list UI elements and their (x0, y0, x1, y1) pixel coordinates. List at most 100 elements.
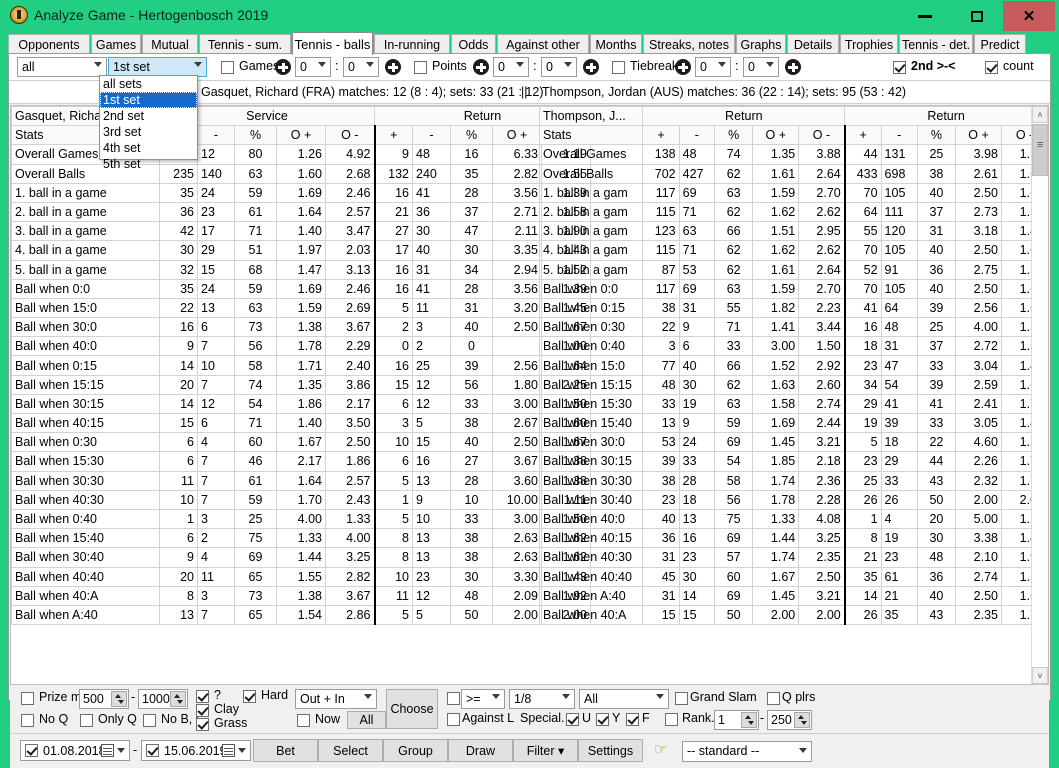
prize-max-stepper[interactable]: 1000 (138, 689, 188, 709)
scroll-down-button[interactable]: ˅ (1032, 667, 1048, 684)
table-row[interactable]: Ball when 30:30117611.642.57513283.601.3… (12, 471, 591, 490)
stats-grid[interactable]: Gasquet, RicharServiceReturnStats+-%O +O… (10, 105, 1049, 685)
games-checkbox[interactable] (221, 61, 234, 74)
scope-select[interactable]: all (17, 57, 107, 77)
table-row[interactable]: Ball when 40:04013751.334.0814205.001.25 (540, 509, 1048, 528)
tab-in-running[interactable]: In-running (374, 34, 450, 54)
chevron-down-icon[interactable] (117, 748, 125, 753)
comparison-select[interactable]: >= (461, 689, 505, 709)
table-row[interactable]: Ball when 15:154830621.632.603454392.591… (540, 375, 1048, 394)
tab-tennis-balls[interactable]: Tennis - balls (292, 32, 373, 55)
right-col-8[interactable]: % (917, 126, 955, 145)
stats-table-left[interactable]: Gasquet, RicharServiceReturnStats+-%O +O… (11, 106, 591, 625)
profile-select[interactable]: -- standard -- (682, 741, 812, 762)
table-row[interactable]: Ball when 0:3064601.672.501015402.501.67 (12, 433, 591, 452)
set-select[interactable]: 1st set (108, 57, 207, 77)
dropdown-option[interactable]: 1st set (100, 92, 197, 108)
left-col-2[interactable]: - (198, 126, 235, 145)
outin-select[interactable]: Out + In (295, 689, 377, 709)
u-checkbox[interactable] (566, 713, 579, 726)
table-row[interactable]: Ball when 15:303319631.582.742941412.411… (540, 394, 1048, 413)
date-to-checkbox[interactable] (146, 744, 159, 757)
minimize-button[interactable] (899, 1, 951, 31)
games-plus2-button[interactable] (385, 59, 401, 75)
draw-button[interactable]: Draw (448, 739, 513, 762)
prize-min-stepper[interactable]: 500 (79, 689, 129, 709)
second-checkbox[interactable] (893, 61, 906, 74)
y-checkbox[interactable] (596, 713, 609, 726)
table-row[interactable]: Ball when 40:A1515502.002.002635432.351.… (540, 605, 1048, 624)
table-row[interactable]: 5. ball in a gam8753621.612.645291362.75… (540, 260, 1048, 279)
table-row[interactable]: 4. ball in a game3029511.972.031740303.3… (12, 241, 591, 260)
tab-details[interactable]: Details (787, 34, 839, 54)
table-row[interactable]: Ball when 30:153933541.852.182329442.261… (540, 452, 1048, 471)
tab-opponents[interactable]: Opponents (8, 34, 90, 54)
table-row[interactable]: Ball when 0:03524591.692.461641283.561.3… (12, 279, 591, 298)
tab-odds[interactable]: Odds (451, 34, 496, 54)
tiebreak-plus-button[interactable] (675, 59, 691, 75)
tab-tennis-det[interactable]: Tennis - det. (899, 34, 973, 54)
table-row[interactable]: 5. ball in a game3215681.473.131631342.9… (12, 260, 591, 279)
table-row[interactable]: Ball when 0:4013254.001.33510333.001.50 (12, 509, 591, 528)
date-from-field[interactable]: 01.08.2018 (20, 740, 130, 761)
dropdown-option[interactable]: all sets (100, 76, 197, 92)
table-row[interactable]: 4. ball in a gam11571621.622.6270105402.… (540, 241, 1048, 260)
games-b-select[interactable]: 0 (343, 57, 379, 77)
tab-trophies[interactable]: Trophies (840, 34, 898, 54)
table-row[interactable]: Overall Games13848741.353.8844131253.981… (540, 145, 1048, 164)
date-from-checkbox[interactable] (25, 744, 38, 757)
f-checkbox[interactable] (626, 713, 639, 726)
table-row[interactable]: 1. ball in a game3524591.692.461641283.5… (12, 183, 591, 202)
against-l-checkbox[interactable] (447, 713, 460, 726)
count-checkbox[interactable] (985, 61, 998, 74)
tab-tennis-sum[interactable]: Tennis - sum. (199, 34, 291, 54)
date-to-field[interactable]: 15.06.2019 (141, 740, 251, 761)
filter-button[interactable]: Filter ▾ (513, 739, 578, 762)
dropdown-option[interactable]: 5th set (100, 156, 197, 172)
prize-money-checkbox[interactable] (21, 692, 34, 705)
games-plus-button[interactable] (275, 59, 291, 75)
right-col-5[interactable]: O - (799, 126, 845, 145)
close-button[interactable]: ✕ (1003, 1, 1055, 31)
table-row[interactable]: Ball when 30:4094691.443.25813382.631.62 (12, 548, 591, 567)
bet-button[interactable]: Bet (253, 739, 318, 762)
tiebreak-b-select[interactable]: 0 (743, 57, 779, 77)
table-row[interactable]: Ball when 40:402011651.552.821023303.301… (12, 567, 591, 586)
table-row[interactable]: 2. ball in a game3623611.642.572136372.7… (12, 202, 591, 221)
settings-button[interactable]: Settings (578, 739, 643, 762)
left-col-8[interactable]: % (451, 126, 493, 145)
right-col-0[interactable]: Stats (540, 126, 643, 145)
choose-button[interactable]: Choose (386, 689, 438, 729)
table-row[interactable]: Ball when 40:097561.782.290201.00 (12, 337, 591, 356)
surface-grass-checkbox[interactable] (196, 718, 209, 731)
left-col-7[interactable]: - (413, 126, 451, 145)
table-row[interactable]: Ball when 0:30229711.413.441648254.001.3… (540, 318, 1048, 337)
tab-mutual[interactable]: Mutual (142, 34, 198, 54)
calendar-icon[interactable] (222, 744, 235, 757)
games-a-select[interactable]: 0 (295, 57, 331, 77)
left-col-6[interactable]: + (375, 126, 413, 145)
points-b-select[interactable]: 0 (541, 57, 577, 77)
select-button[interactable]: Select (318, 739, 383, 762)
q-plrs-checkbox[interactable] (767, 692, 780, 705)
table-row[interactable]: Ball when A:403114691.453.211421402.501.… (540, 586, 1048, 605)
surface-clay-checkbox[interactable] (196, 704, 209, 717)
table-row[interactable]: Ball when 0:153831551.822.234164392.561.… (540, 298, 1048, 317)
table-row[interactable]: Ball when A:40137651.542.8655502.002.00 (12, 605, 591, 624)
table-row[interactable]: Ball when 0:151410581.712.401625392.561.… (12, 356, 591, 375)
dropdown-option[interactable]: 4th set (100, 140, 197, 156)
all-select[interactable]: All (579, 689, 669, 709)
tiebreak-plus2-button[interactable] (785, 59, 801, 75)
stepper-icon[interactable] (170, 691, 186, 707)
table-row[interactable]: 1. ball in a gam11769631.592.7070105402.… (540, 183, 1048, 202)
tab-graphs[interactable]: Graphs (736, 34, 786, 54)
table-row[interactable]: Ball when 40:30107591.702.43191010.001.1… (12, 490, 591, 509)
right-col-9[interactable]: O + (956, 126, 1002, 145)
points-plus2-button[interactable] (583, 59, 599, 75)
table-row[interactable]: Ball when 15:40139591.692.441939333.051.… (540, 414, 1048, 433)
table-row[interactable]: Ball when 0:4036333.001.501831372.721.58 (540, 337, 1048, 356)
left-col-5[interactable]: O - (326, 126, 375, 145)
table-row[interactable]: 2. ball in a gam11571621.622.6264111372.… (540, 202, 1048, 221)
table-row[interactable]: Ball when 40:A83731.383.671112482.091.92 (12, 586, 591, 605)
surface-hard-checkbox[interactable] (243, 690, 256, 703)
